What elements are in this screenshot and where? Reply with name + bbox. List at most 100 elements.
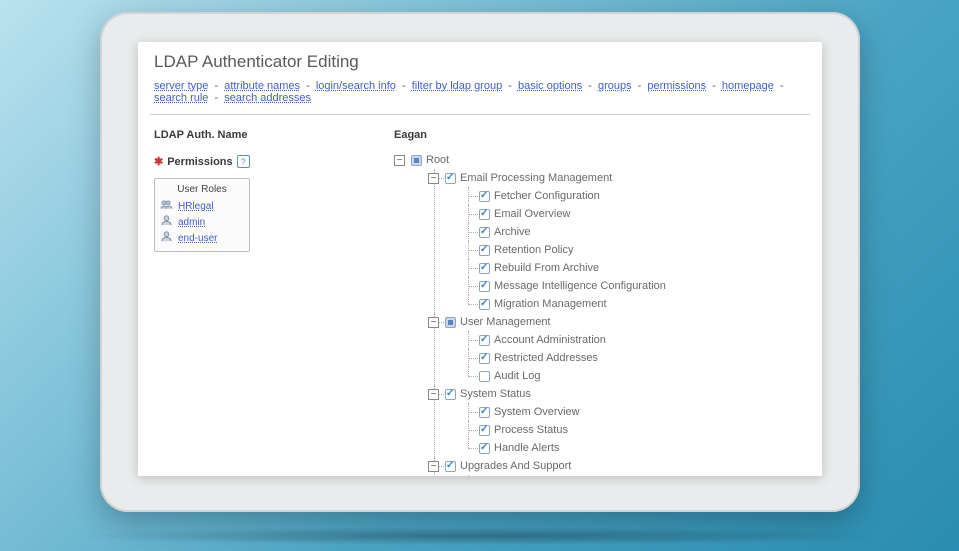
tab-login-search-info[interactable]: login/search info bbox=[316, 80, 396, 92]
tree-node[interactable]: Process Status bbox=[479, 421, 806, 439]
tree-node[interactable]: −Upgrades And Support bbox=[445, 457, 806, 475]
app-screen: LDAP Authenticator Editing server type -… bbox=[138, 42, 822, 476]
tree-node[interactable]: Audit Log bbox=[479, 367, 806, 385]
permissions-label: Permissions bbox=[167, 156, 232, 168]
user-roles-header: User Roles bbox=[160, 182, 244, 198]
help-icon[interactable]: ? bbox=[237, 155, 250, 168]
device-shadow bbox=[70, 527, 889, 545]
tab-search-rule[interactable]: search rule bbox=[154, 92, 208, 104]
tree-node-label: Process Status bbox=[494, 424, 568, 436]
tree-node[interactable]: −Email Processing Management bbox=[445, 169, 806, 187]
tree-checkbox[interactable] bbox=[479, 263, 490, 274]
left-column: LDAP Auth. Name ✱ Permissions ? User Rol… bbox=[154, 129, 374, 476]
tree-node-label: Handle Alerts bbox=[494, 442, 559, 454]
tab-separator: - bbox=[300, 80, 316, 92]
tree-node-label: Message Intelligence Configuration bbox=[494, 280, 666, 292]
tree-checkbox[interactable] bbox=[479, 371, 490, 382]
tree-node[interactable]: Handle Alerts bbox=[479, 439, 806, 457]
tree-node[interactable]: Email Overview bbox=[479, 205, 806, 223]
tree-node-label: System Overview bbox=[494, 406, 580, 418]
tree-node[interactable]: Archive bbox=[479, 223, 806, 241]
content-area: LDAP Auth. Name ✱ Permissions ? User Rol… bbox=[138, 115, 822, 476]
tree-node[interactable]: Migration Management bbox=[479, 295, 806, 313]
role-link[interactable]: HRlegal bbox=[178, 201, 214, 212]
tab-separator: - bbox=[706, 80, 722, 92]
user-icon bbox=[160, 231, 173, 245]
tab-homepage[interactable]: homepage bbox=[722, 80, 774, 92]
tab-separator: - bbox=[208, 80, 224, 92]
role-item: admin bbox=[160, 214, 244, 230]
tree-checkbox[interactable] bbox=[479, 191, 490, 202]
tree-checkbox[interactable] bbox=[479, 335, 490, 346]
tree-toggle-icon[interactable]: − bbox=[428, 173, 439, 184]
tree-node-label: Fetcher Configuration bbox=[494, 190, 600, 202]
tree-checkbox[interactable] bbox=[479, 227, 490, 238]
tree-node-label: Archive bbox=[494, 226, 531, 238]
tree-node[interactable]: Account Administration bbox=[479, 331, 806, 349]
tree-node-label: Email Processing Management bbox=[460, 172, 612, 184]
tree-node[interactable]: Support And Subscription bbox=[479, 475, 806, 476]
tree-node-label: Account Administration bbox=[494, 334, 606, 346]
tree-node-label: Migration Management bbox=[494, 298, 607, 310]
tab-separator: - bbox=[774, 80, 787, 92]
tree-checkbox[interactable] bbox=[411, 155, 422, 166]
role-item: HRlegal bbox=[160, 198, 244, 214]
tab-separator: - bbox=[208, 92, 224, 104]
ldap-auth-name-value: Eagan bbox=[394, 129, 806, 141]
ldap-auth-name-label: LDAP Auth. Name bbox=[154, 129, 374, 141]
tree-node[interactable]: −System Status bbox=[445, 385, 806, 403]
tree-checkbox[interactable] bbox=[479, 407, 490, 418]
tree-node-label: Rebuild From Archive bbox=[494, 262, 599, 274]
tab-separator: - bbox=[582, 80, 598, 92]
tree-checkbox[interactable] bbox=[479, 209, 490, 220]
tab-basic-options[interactable]: basic options bbox=[518, 80, 582, 92]
tree-checkbox[interactable] bbox=[479, 245, 490, 256]
tree-node[interactable]: Rebuild From Archive bbox=[479, 259, 806, 277]
tree-node-label: Email Overview bbox=[494, 208, 570, 220]
tree-node[interactable]: Message Intelligence Configuration bbox=[479, 277, 806, 295]
section-tabs: server type - attribute names - login/se… bbox=[138, 80, 822, 110]
tree-toggle-icon[interactable]: − bbox=[428, 461, 439, 472]
tree-node-label: System Status bbox=[460, 388, 531, 400]
role-item: end-user bbox=[160, 230, 244, 246]
tree-node-label: Restricted Addresses bbox=[494, 352, 598, 364]
group-icon bbox=[160, 199, 173, 213]
tree-toggle-icon[interactable]: − bbox=[428, 317, 439, 328]
role-link[interactable]: end-user bbox=[178, 233, 217, 244]
tree-checkbox[interactable] bbox=[445, 317, 456, 328]
tree-checkbox[interactable] bbox=[479, 299, 490, 310]
tab-server-type[interactable]: server type bbox=[154, 80, 208, 92]
role-link[interactable]: admin bbox=[178, 217, 205, 228]
tab-groups[interactable]: groups bbox=[598, 80, 632, 92]
tree-checkbox[interactable] bbox=[479, 425, 490, 436]
tab-filter-by-ldap-group[interactable]: filter by ldap group bbox=[412, 80, 503, 92]
device-frame: LDAP Authenticator Editing server type -… bbox=[100, 12, 860, 512]
required-asterisk: ✱ bbox=[154, 155, 163, 168]
tree-node-label: User Management bbox=[460, 316, 551, 328]
tree-checkbox[interactable] bbox=[445, 461, 456, 472]
tree-node[interactable]: −Root bbox=[411, 151, 806, 169]
tree-node[interactable]: System Overview bbox=[479, 403, 806, 421]
tab-permissions[interactable]: permissions bbox=[647, 80, 706, 92]
tree-checkbox[interactable] bbox=[479, 281, 490, 292]
tree-checkbox[interactable] bbox=[445, 389, 456, 400]
tree-checkbox[interactable] bbox=[445, 173, 456, 184]
tab-attribute-names[interactable]: attribute names bbox=[224, 80, 300, 92]
tree-node[interactable]: Restricted Addresses bbox=[479, 349, 806, 367]
tab-separator: - bbox=[502, 80, 518, 92]
tree-node-label: Audit Log bbox=[494, 370, 540, 382]
tree-node[interactable]: Fetcher Configuration bbox=[479, 187, 806, 205]
tree-checkbox[interactable] bbox=[479, 443, 490, 454]
tab-search-addresses[interactable]: search addresses bbox=[224, 92, 311, 104]
user-roles-box: User Roles HRlegal admin end-user bbox=[154, 178, 250, 252]
permissions-tree: −Root−Email Processing ManagementFetcher… bbox=[394, 151, 806, 476]
page-title: LDAP Authenticator Editing bbox=[138, 42, 822, 80]
tree-node[interactable]: Retention Policy bbox=[479, 241, 806, 259]
tree-node-label: Root bbox=[426, 154, 449, 166]
tree-node-label: Retention Policy bbox=[494, 244, 574, 256]
tab-separator: - bbox=[396, 80, 412, 92]
tree-checkbox[interactable] bbox=[479, 353, 490, 364]
tree-toggle-icon[interactable]: − bbox=[428, 389, 439, 400]
tree-toggle-icon[interactable]: − bbox=[394, 155, 405, 166]
tree-node[interactable]: −User Management bbox=[445, 313, 806, 331]
